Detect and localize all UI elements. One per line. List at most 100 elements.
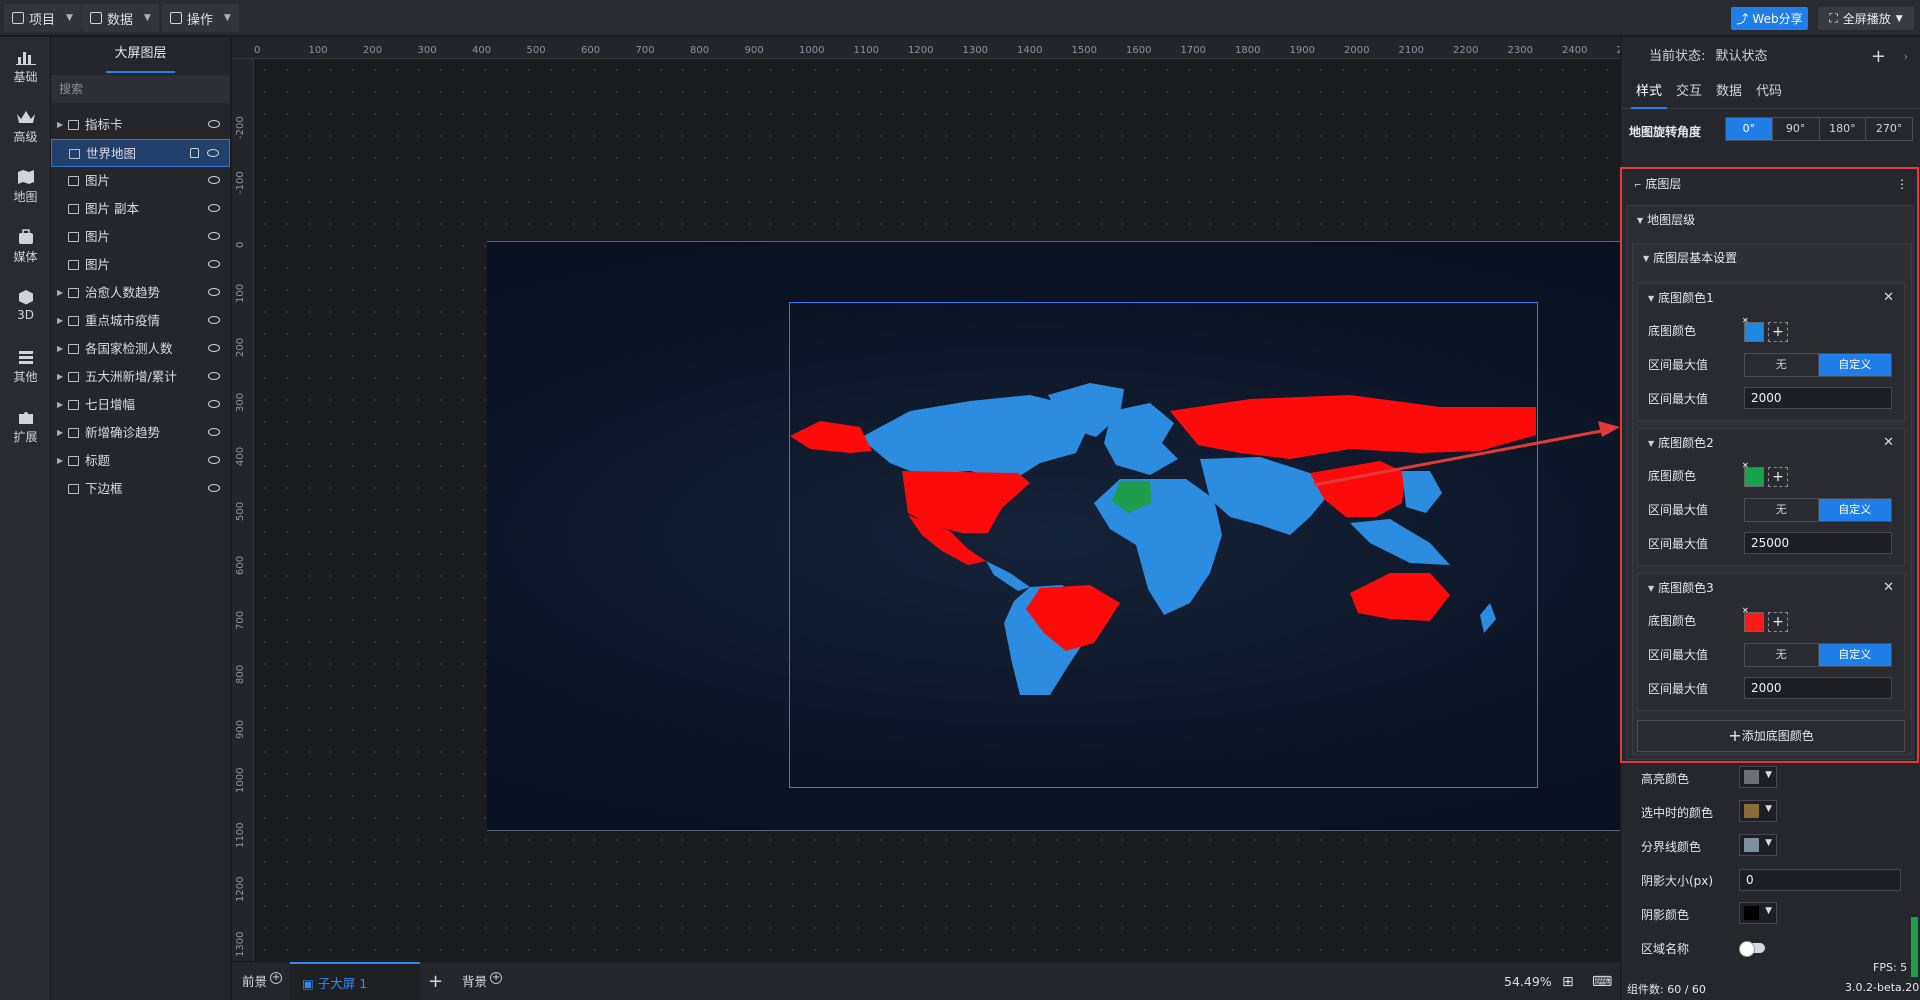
base-color-header[interactable]: ▼ 底图颜色2 ✕ bbox=[1638, 429, 1904, 457]
eye-icon[interactable] bbox=[208, 316, 220, 324]
max-mode-custom[interactable]: 自定义 bbox=[1818, 354, 1891, 376]
selected-color-select[interactable]: ▼ bbox=[1739, 800, 1777, 822]
eye-icon[interactable] bbox=[208, 176, 220, 184]
max-mode-custom[interactable]: 自定义 bbox=[1818, 644, 1891, 666]
eye-icon[interactable] bbox=[208, 456, 220, 464]
clear-icon[interactable]: ✕ bbox=[1742, 606, 1749, 615]
eye-icon[interactable] bbox=[208, 400, 220, 408]
expand-arrow-icon[interactable]: ▶ bbox=[57, 279, 63, 307]
max-mode-none[interactable]: 无 bbox=[1745, 354, 1819, 376]
unlock-icon[interactable] bbox=[190, 148, 199, 158]
rail-item-extend[interactable]: 扩展 bbox=[0, 405, 51, 457]
layer-item[interactable]: ▶ 重点城市疫情 bbox=[51, 307, 230, 335]
rotate-270[interactable]: 270° bbox=[1866, 118, 1912, 140]
expand-arrow-icon[interactable]: ▶ bbox=[57, 447, 63, 475]
layer-item[interactable]: 图片 bbox=[51, 167, 230, 195]
layer-item[interactable]: ▶ 治愈人数趋势 bbox=[51, 279, 230, 307]
rail-item-advanced[interactable]: 高级 bbox=[0, 105, 51, 157]
rotate-180[interactable]: 180° bbox=[1820, 118, 1867, 140]
web-share-button[interactable]: ⤴ Web分享 bbox=[1731, 7, 1808, 30]
eye-icon[interactable] bbox=[207, 149, 219, 157]
clear-icon[interactable]: ✕ bbox=[1742, 316, 1749, 325]
base-color-header[interactable]: ▼ 底图颜色1 ✕ bbox=[1638, 284, 1904, 312]
layer-item[interactable]: 图片 副本 bbox=[51, 195, 230, 223]
rail-item-other[interactable]: 其他 bbox=[0, 345, 51, 397]
tab-data[interactable]: 数据 bbox=[1716, 77, 1742, 109]
layer-item[interactable]: 图片 bbox=[51, 251, 230, 279]
add-circle-icon[interactable]: + bbox=[490, 972, 503, 984]
add-color-icon[interactable]: + bbox=[1768, 612, 1788, 632]
shadow-color-select[interactable]: ▼ bbox=[1739, 902, 1777, 924]
rotate-0[interactable]: 0° bbox=[1726, 118, 1773, 140]
eye-icon[interactable] bbox=[208, 260, 220, 268]
close-icon[interactable]: ✕ bbox=[1883, 574, 1894, 602]
vertical-scrollbar[interactable] bbox=[1911, 917, 1918, 977]
clear-icon[interactable]: ✕ bbox=[1742, 461, 1749, 470]
add-circle-icon[interactable]: + bbox=[270, 972, 283, 984]
layer-item[interactable]: ▶ 新增确诊趋势 bbox=[51, 419, 230, 447]
eye-icon[interactable] bbox=[208, 484, 220, 492]
max-value-input[interactable]: 2000 bbox=[1744, 677, 1892, 699]
menu-operate[interactable]: 操作 ▼ bbox=[162, 4, 239, 32]
tab-foreground[interactable]: 前景 + bbox=[242, 962, 283, 1000]
rotate-90[interactable]: 90° bbox=[1773, 118, 1820, 140]
layer-item[interactable]: 图片 bbox=[51, 223, 230, 251]
menu-data[interactable]: 数据 ▼ bbox=[82, 4, 159, 32]
rail-item-3d[interactable]: 3D bbox=[0, 285, 51, 337]
shadow-size-input[interactable]: 0 bbox=[1739, 869, 1901, 891]
add-color-icon[interactable]: + bbox=[1768, 322, 1788, 342]
max-mode-none[interactable]: 无 bbox=[1745, 499, 1819, 521]
close-icon[interactable]: ✕ bbox=[1883, 284, 1894, 312]
rail-item-media[interactable]: 媒体 bbox=[0, 225, 51, 277]
editor-canvas[interactable]: 0 100 200 300 400 500 600 700 800 900 1000 1100 1200… bbox=[232, 37, 1620, 961]
rail-item-map[interactable]: 地图 bbox=[0, 165, 51, 217]
layer-item[interactable]: ▶ 指标卡 bbox=[51, 111, 230, 139]
max-mode-custom[interactable]: 自定义 bbox=[1818, 499, 1891, 521]
tab-sub-screen[interactable]: ▣ 子大屏 1 bbox=[290, 962, 420, 1000]
eye-icon[interactable] bbox=[208, 428, 220, 436]
max-value-input[interactable]: 2000 bbox=[1744, 387, 1892, 409]
eye-icon[interactable] bbox=[208, 344, 220, 352]
menu-project[interactable]: 项目 ▼ bbox=[4, 4, 81, 32]
layer-item[interactable]: 世界地图 bbox=[51, 139, 230, 167]
expand-arrow-icon[interactable]: ▶ bbox=[57, 391, 63, 419]
highlight-color-select[interactable]: ▼ bbox=[1739, 766, 1777, 788]
add-state-icon[interactable]: + bbox=[1871, 37, 1886, 77]
max-mode-none[interactable]: 无 bbox=[1745, 644, 1819, 666]
color-swatch[interactable] bbox=[1744, 322, 1764, 342]
color-swatch[interactable] bbox=[1744, 612, 1764, 632]
tab-background[interactable]: 背景 + bbox=[462, 962, 503, 1000]
eye-icon[interactable] bbox=[208, 204, 220, 212]
rail-item-basic[interactable]: 基础 bbox=[0, 45, 51, 97]
keyboard-icon[interactable]: ⌨ bbox=[1592, 962, 1612, 1000]
layer-item[interactable]: 下边框 bbox=[51, 475, 230, 503]
eye-icon[interactable] bbox=[208, 232, 220, 240]
tab-interaction[interactable]: 交互 bbox=[1676, 77, 1702, 109]
layer-item[interactable]: ▶ 七日增幅 bbox=[51, 391, 230, 419]
add-color-icon[interactable]: + bbox=[1768, 467, 1788, 487]
expand-arrow-icon[interactable]: ▶ bbox=[57, 307, 63, 335]
tab-style[interactable]: 样式 bbox=[1631, 77, 1668, 109]
expand-arrow-icon[interactable]: ▶ bbox=[57, 335, 63, 363]
color-swatch[interactable] bbox=[1744, 467, 1764, 487]
close-icon[interactable]: ✕ bbox=[1883, 429, 1894, 457]
border-color-select[interactable]: ▼ bbox=[1739, 834, 1777, 856]
expand-arrow-icon[interactable]: ▶ bbox=[57, 419, 63, 447]
base-layer-header[interactable]: ⌐ 底图层 ⋮ bbox=[1624, 170, 1916, 198]
tab-code[interactable]: 代码 bbox=[1756, 77, 1782, 109]
region-name-toggle[interactable] bbox=[1739, 941, 1765, 957]
more-icon[interactable]: ⋮ bbox=[1896, 170, 1908, 198]
layer-item[interactable]: ▶ 各国家检测人数 bbox=[51, 335, 230, 363]
eye-icon[interactable] bbox=[208, 372, 220, 380]
eye-icon[interactable] bbox=[208, 120, 220, 128]
layer-item[interactable]: ▶ 标题 bbox=[51, 447, 230, 475]
fullscreen-button[interactable]: ⛶ 全屏播放 ▼ bbox=[1818, 7, 1914, 30]
fit-screen-icon[interactable]: ⊞ bbox=[1562, 962, 1574, 1000]
base-settings-header[interactable]: ▼ 底图层基本设置 bbox=[1633, 244, 1911, 272]
eye-icon[interactable] bbox=[208, 288, 220, 296]
map-level-header[interactable]: ▼ 地图层级 bbox=[1627, 206, 1913, 234]
layer-search-input[interactable]: 搜索 bbox=[51, 75, 230, 103]
base-color-header[interactable]: ▼ 底图颜色3 ✕ bbox=[1638, 574, 1904, 602]
chevron-right-icon[interactable]: › bbox=[1904, 37, 1908, 77]
add-screen-button[interactable]: + bbox=[428, 962, 443, 1000]
